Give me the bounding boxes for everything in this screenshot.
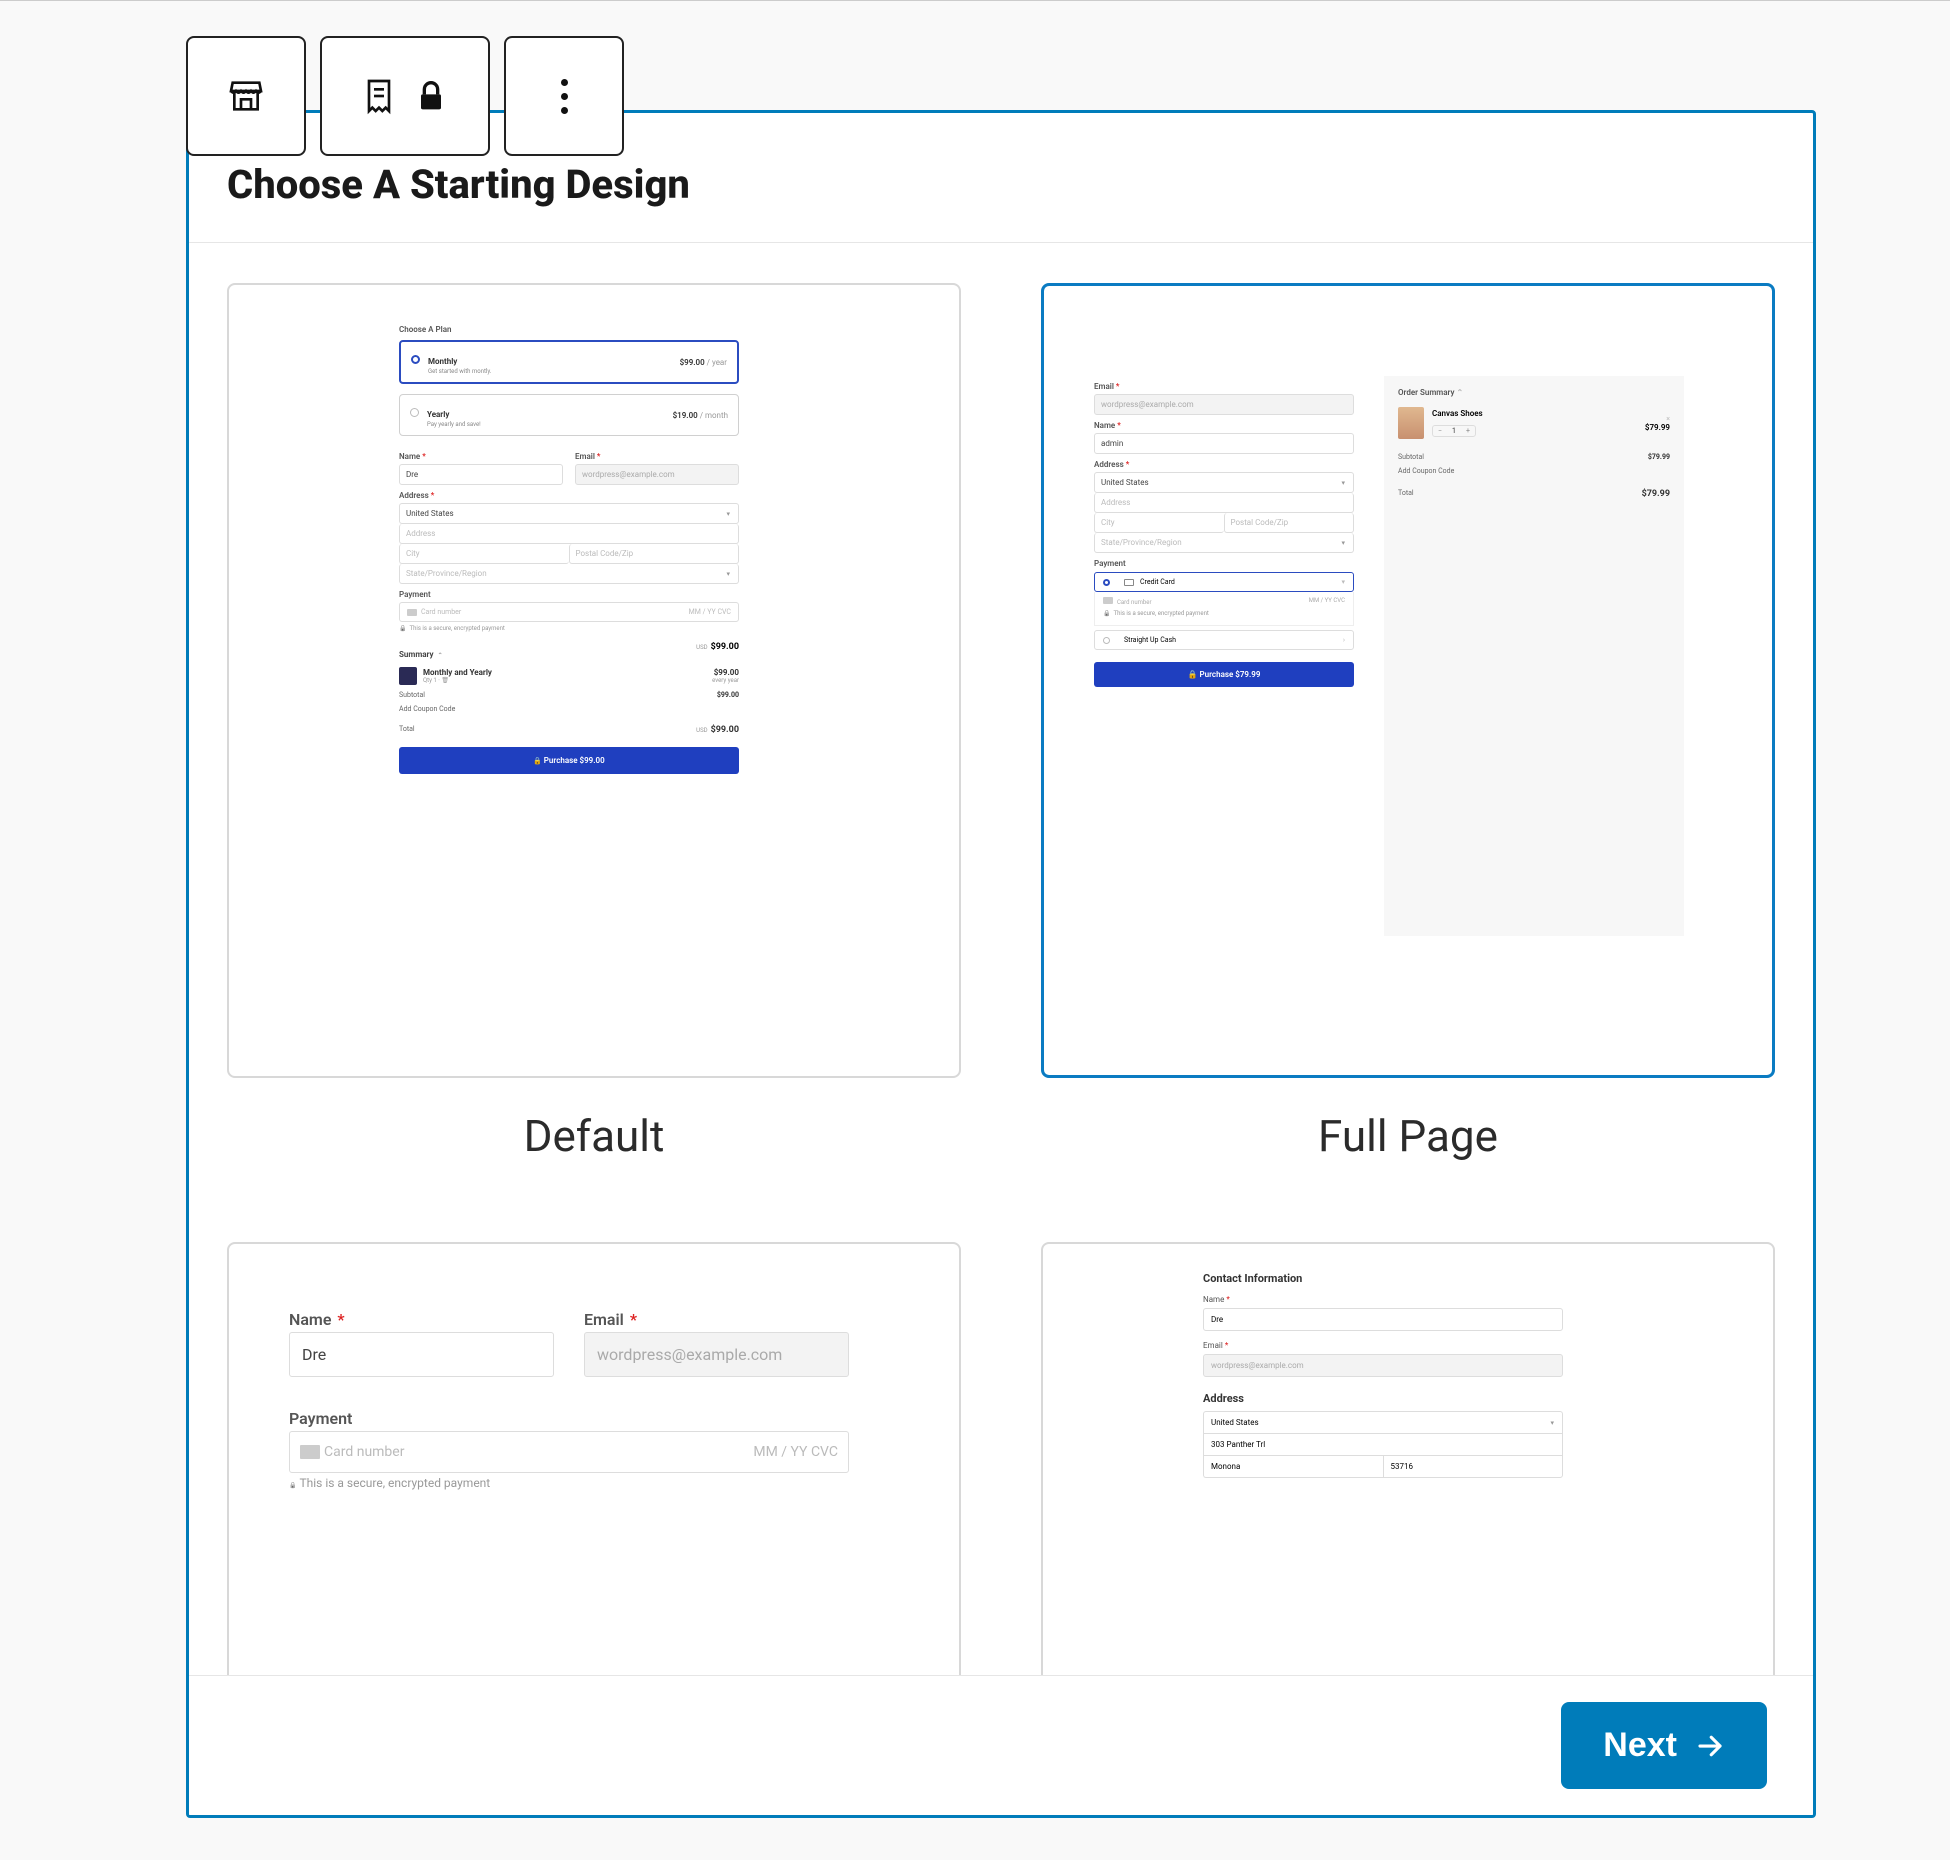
- design-label-fullpage: Full Page: [1318, 1110, 1498, 1162]
- design-card-fullpage: Email* wordpress@example.com Name* admin…: [1041, 283, 1775, 1162]
- lock-icon: [411, 76, 451, 116]
- thumb-fullpage-content: Email* wordpress@example.com Name* admin…: [1094, 376, 1684, 936]
- app-top-border: [0, 0, 1950, 1]
- thumb-default-content: Choose A Plan MonthlyGet started with mo…: [399, 317, 739, 774]
- plan-yearly: YearlyPay yearly and save! $19.00 / mont…: [399, 394, 739, 436]
- more-vertical-icon: [561, 79, 568, 114]
- design-thumb-fullpage[interactable]: Email* wordpress@example.com Name* admin…: [1041, 283, 1775, 1078]
- form-settings-button[interactable]: [320, 36, 490, 156]
- design-thumb-default[interactable]: Choose A Plan MonthlyGet started with mo…: [227, 283, 961, 1078]
- next-button-label: Next: [1603, 1726, 1677, 1765]
- panel-title: Choose A Starting Design: [227, 161, 1775, 208]
- design-card-default: Choose A Plan MonthlyGet started with mo…: [227, 283, 961, 1162]
- block-type-button[interactable]: [186, 36, 306, 156]
- next-button[interactable]: Next: [1561, 1702, 1767, 1789]
- design-label-default: Default: [524, 1110, 665, 1162]
- design-card-simple: Name * Dre Email * wordpress@example.com…: [227, 1242, 961, 1685]
- more-options-button[interactable]: [504, 36, 624, 156]
- thumb-contact-content: Contact Information Name* Dre Email* wor…: [1203, 1272, 1563, 1478]
- design-thumb-contact[interactable]: Contact Information Name* Dre Email* wor…: [1041, 1242, 1775, 1685]
- design-thumb-simple[interactable]: Name * Dre Email * wordpress@example.com…: [227, 1242, 961, 1685]
- receipt-icon: [359, 76, 399, 116]
- designs-grid: Choose A Plan MonthlyGet started with mo…: [189, 243, 1813, 1685]
- thumb-simple-content: Name * Dre Email * wordpress@example.com…: [289, 1304, 849, 1490]
- design-card-contact: Contact Information Name* Dre Email* wor…: [1041, 1242, 1775, 1685]
- block-toolbar: [186, 36, 624, 156]
- plan-monthly: MonthlyGet started with montly. $99.00 /…: [399, 340, 739, 384]
- design-chooser-panel: Choose A Starting Design Choose A Plan M…: [186, 110, 1816, 1818]
- panel-footer: Next: [189, 1675, 1813, 1815]
- storefront-icon: [226, 76, 266, 116]
- arrow-right-icon: [1695, 1731, 1725, 1761]
